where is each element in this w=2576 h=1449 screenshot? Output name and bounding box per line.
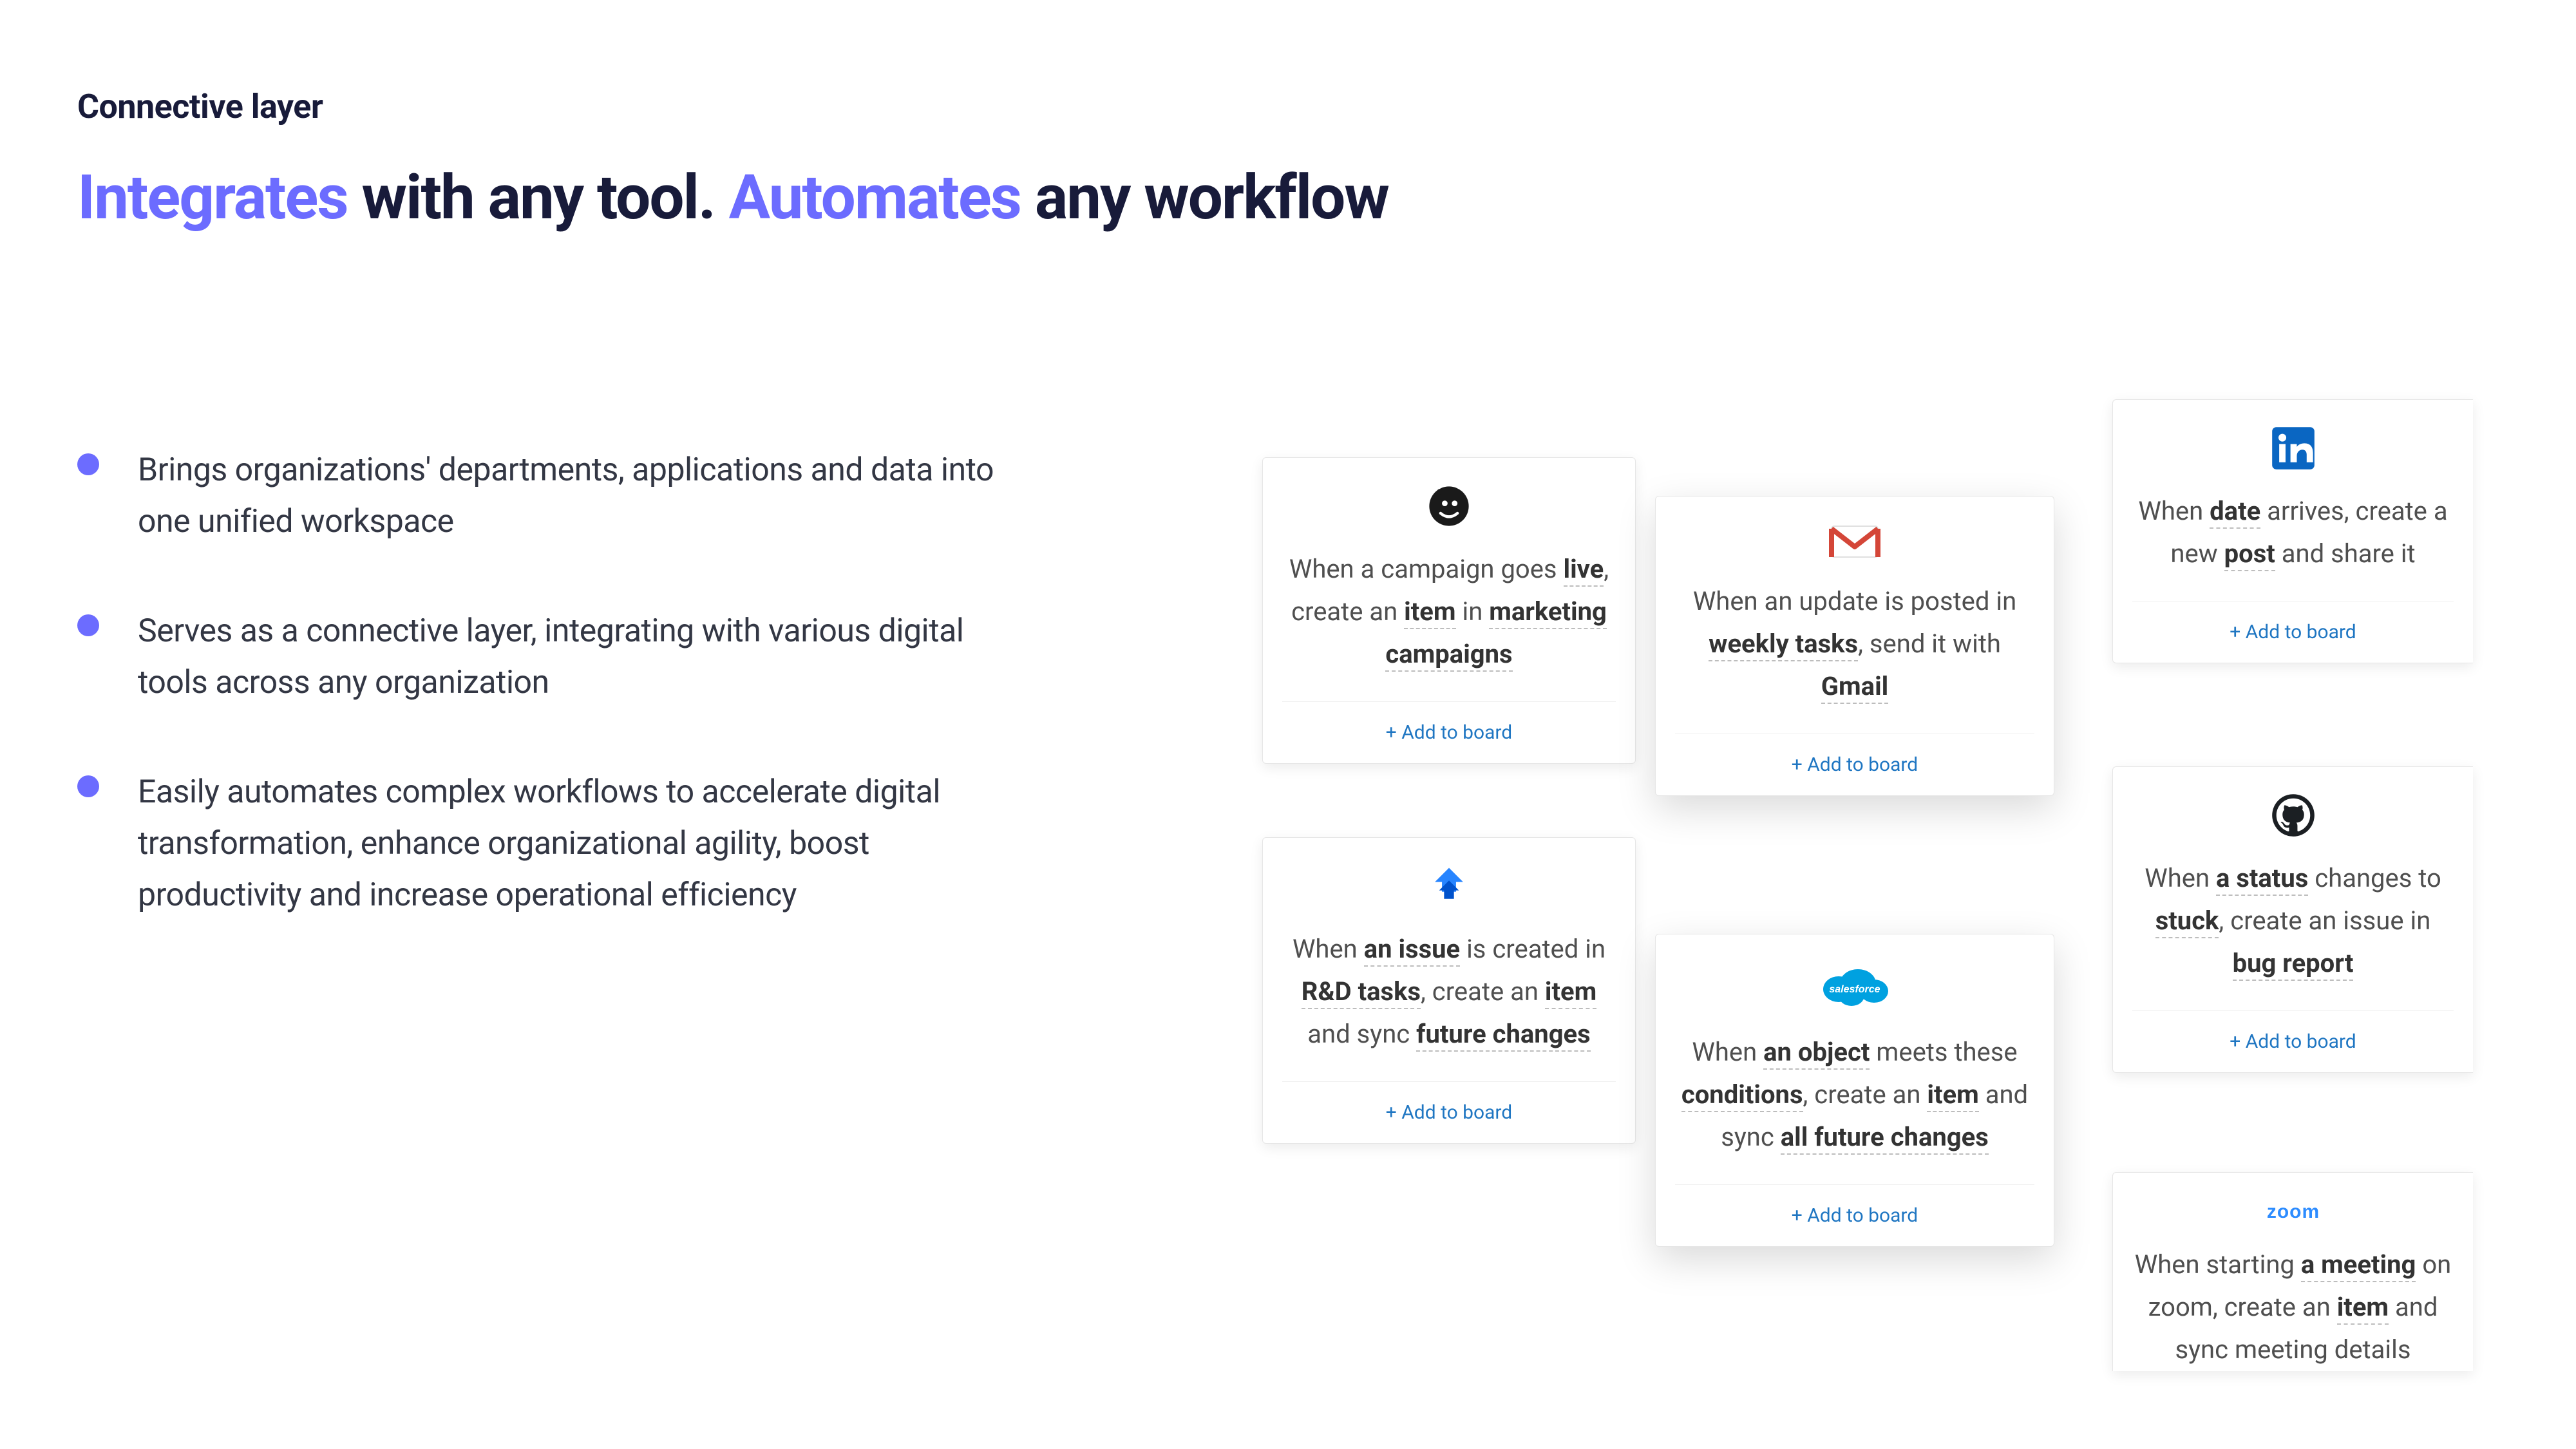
headline-part-4: any workflow xyxy=(1021,162,1388,234)
bullet-item: Serves as a connective layer, integratin… xyxy=(77,605,1005,708)
integration-card-gmail: When an update is posted in weekly tasks… xyxy=(1655,496,2054,796)
gmail-icon xyxy=(1675,522,2034,561)
headline-part-2: with any tool. xyxy=(348,162,729,234)
eyebrow: Connective layer xyxy=(77,87,323,126)
linkedin-icon xyxy=(2132,426,2454,471)
svg-text:zoom: zoom xyxy=(2266,1201,2319,1222)
bullet-dot-icon xyxy=(77,453,99,475)
bullet-text: Easily automates complex workflows to ac… xyxy=(138,766,1005,921)
github-icon xyxy=(2132,793,2454,838)
bullet-item: Easily automates complex workflows to ac… xyxy=(77,766,1005,921)
headline-accent-2: Automates xyxy=(729,162,1021,234)
integration-card-description: When an issue is created in R&D tasks, c… xyxy=(1282,928,1616,1056)
integration-card-mailchimp: When a campaign goes live, create an ite… xyxy=(1262,457,1636,764)
bullet-item: Brings organizations' departments, appli… xyxy=(77,444,1005,547)
page-headline: Integrates with any tool. Automates any … xyxy=(77,164,1388,232)
bullet-dot-icon xyxy=(77,614,99,636)
integration-cards-cluster: When a campaign goes live, create an ite… xyxy=(1249,399,2576,1449)
bullet-text: Serves as a connective layer, integratin… xyxy=(138,605,1005,708)
bullet-dot-icon xyxy=(77,775,99,797)
zoom-icon: zoom xyxy=(2132,1198,2454,1224)
integration-card-zoom: zoom When starting a meeting on zoom, cr… xyxy=(2112,1172,2473,1371)
add-to-board-link[interactable]: + Add to board xyxy=(1675,734,2034,795)
add-to-board-link[interactable]: + Add to board xyxy=(1282,701,1616,763)
salesforce-icon: salesforce xyxy=(1675,960,2034,1012)
integration-card-salesforce: salesforce When an object meets these co… xyxy=(1655,934,2054,1247)
integration-card-description: When a campaign goes live, create an ite… xyxy=(1282,548,1616,676)
integration-card-github: When a status changes to stuck, create a… xyxy=(2112,766,2473,1073)
integration-card-description: When starting a meeting on zoom, create … xyxy=(2132,1244,2454,1371)
add-to-board-link[interactable]: + Add to board xyxy=(1282,1081,1616,1143)
add-to-board-link[interactable]: + Add to board xyxy=(2132,601,2454,663)
jira-icon xyxy=(1282,864,1616,909)
svg-text:salesforce: salesforce xyxy=(1829,984,1880,995)
integration-card-description: When an object meets these conditions, c… xyxy=(1675,1031,2034,1159)
bullet-text: Brings organizations' departments, appli… xyxy=(138,444,1005,547)
integration-card-linkedin: When date arrives, create a new post and… xyxy=(2112,399,2473,663)
integration-card-description: When an update is posted in weekly tasks… xyxy=(1675,580,2034,708)
integration-card-description: When a status changes to stuck, create a… xyxy=(2132,857,2454,985)
mailchimp-icon xyxy=(1282,484,1616,529)
integration-card-jira: When an issue is created in R&D tasks, c… xyxy=(1262,837,1636,1144)
bullet-list: Brings organizations' departments, appli… xyxy=(77,444,1005,979)
integration-card-description: When date arrives, create a new post and… xyxy=(2132,490,2454,575)
add-to-board-link[interactable]: + Add to board xyxy=(1675,1184,2034,1246)
headline-accent-1: Integrates xyxy=(77,162,348,234)
add-to-board-link[interactable]: + Add to board xyxy=(2132,1010,2454,1072)
